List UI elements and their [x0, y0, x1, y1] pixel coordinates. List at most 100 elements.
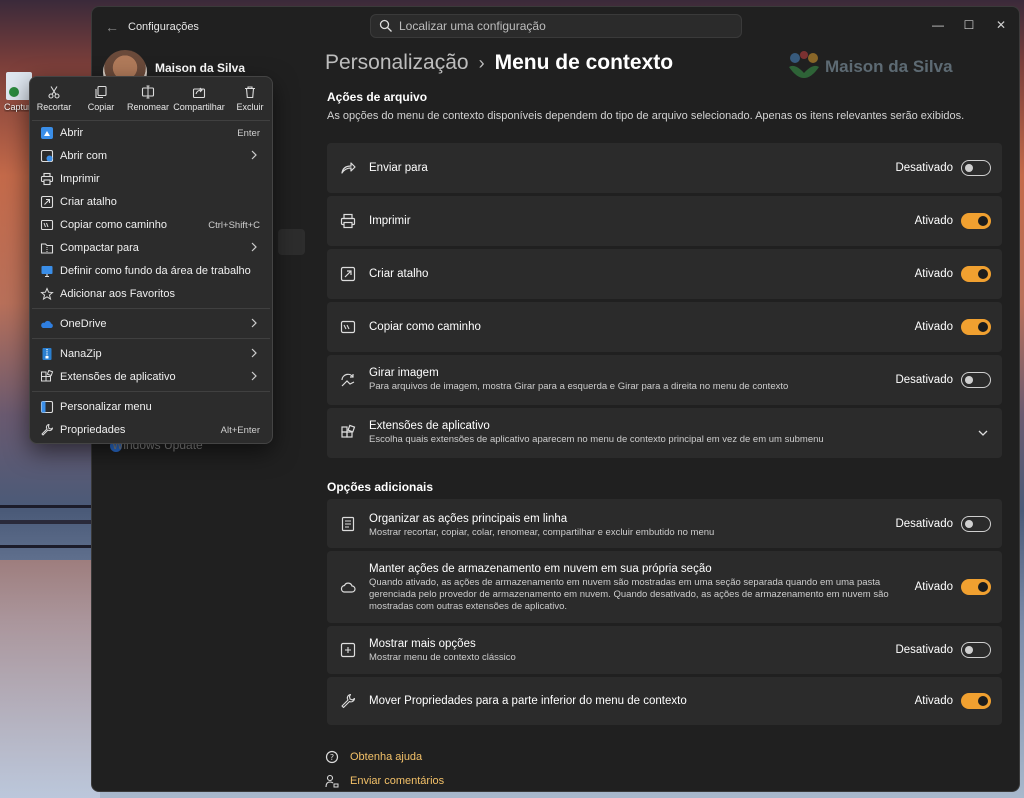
- watermark-logo: Maison da Silva: [785, 49, 965, 89]
- maximize-button[interactable]: ☐: [954, 13, 984, 37]
- menu-item-label: Adicionar aos Favoritos: [60, 288, 175, 300]
- setting-card-app-extensions[interactable]: Extensões de aplicativo Escolha quais ex…: [327, 408, 1002, 458]
- setting-title: Manter ações de armazenamento em nuvem e…: [369, 563, 712, 575]
- breadcrumb-parent[interactable]: Personalização: [325, 51, 469, 74]
- menu-item-nanazip[interactable]: NanaZip: [34, 343, 268, 365]
- menu-item-copy-as-path[interactable]: Copiar como caminho Ctrl+Shift+C: [34, 214, 268, 236]
- menu-item-label: Compactar para: [60, 242, 139, 254]
- section-title-file-actions: Ações de arquivo: [327, 90, 428, 104]
- menu-item-open[interactable]: Abrir Enter: [34, 122, 268, 144]
- toggle-switch[interactable]: [961, 213, 991, 229]
- wrench-icon: [341, 693, 356, 709]
- context-toolbar: Recortar Copiar Renomear Compartilhar Ex…: [30, 81, 272, 119]
- breadcrumb-separator: ›: [478, 53, 485, 73]
- section-title-additional-options: Opções adicionais: [327, 480, 434, 494]
- rename-icon: [141, 85, 155, 99]
- extensions-icon: [41, 370, 54, 382]
- get-help-link[interactable]: Obtenha ajuda: [350, 751, 422, 763]
- delete-label: Excluir: [236, 102, 264, 112]
- toggle-state-label: Desativado: [895, 374, 953, 386]
- chevron-right-icon: [251, 150, 257, 160]
- rename-label: Renomear: [126, 102, 170, 112]
- breadcrumb: Personalização › Menu de contexto: [325, 51, 673, 75]
- toggle-state-label: Desativado: [895, 644, 953, 656]
- send-feedback-link[interactable]: Enviar comentários: [350, 775, 444, 787]
- shortcut-icon: [340, 266, 356, 282]
- back-button[interactable]: ←: [102, 17, 122, 37]
- setting-card-print: Imprimir Ativado: [327, 196, 1002, 246]
- menu-item-print[interactable]: Imprimir: [34, 168, 268, 190]
- menu-item-set-wallpaper[interactable]: Definir como fundo da área de trabalho: [34, 260, 268, 282]
- menu-item-label: Personalizar menu: [60, 401, 152, 413]
- delete-button[interactable]: Excluir: [227, 81, 273, 119]
- menu-item-label: Propriedades: [60, 424, 126, 436]
- setting-title: Enviar para: [369, 162, 428, 174]
- toggle-switch[interactable]: [961, 372, 991, 388]
- shortcut-icon: [40, 195, 54, 209]
- toggle-switch[interactable]: [961, 160, 991, 176]
- menu-item-open-with[interactable]: Abrir com: [34, 145, 268, 167]
- chevron-right-icon: [251, 242, 257, 252]
- setting-title: Mover Propriedades para a parte inferior…: [369, 695, 687, 707]
- feedback-icon: [325, 774, 339, 788]
- toggle-switch[interactable]: [961, 516, 991, 532]
- open-app-icon: [41, 127, 53, 139]
- setting-card-more-options: Mostrar mais opções Mostrar menu de cont…: [327, 626, 1002, 674]
- menu-divider: [32, 391, 270, 392]
- wallpaper-bridge: [0, 505, 95, 508]
- toggle-switch[interactable]: [961, 266, 991, 282]
- open-with-icon: [40, 149, 54, 163]
- setting-title: Organizar as ações principais em linha: [369, 513, 568, 525]
- menu-item-label: Copiar como caminho: [60, 219, 167, 231]
- desktop-wallpaper: [0, 560, 100, 798]
- menu-item-properties[interactable]: Propriedades Alt+Enter: [34, 419, 268, 441]
- menu-item-customize-menu[interactable]: Personalizar menu: [34, 396, 268, 418]
- zip-icon: [40, 243, 54, 254]
- cut-button[interactable]: Recortar: [31, 81, 77, 119]
- setting-card-inline-actions: Organizar as ações principais em linha M…: [327, 499, 1002, 548]
- menu-item-create-shortcut[interactable]: Criar atalho: [34, 191, 268, 213]
- menu-item-label: NanaZip: [60, 348, 102, 360]
- chevron-right-icon: [251, 348, 257, 358]
- setting-title: Extensões de aplicativo: [369, 420, 490, 432]
- menu-item-onedrive[interactable]: OneDrive: [34, 313, 268, 335]
- toggle-state-label: Ativado: [914, 268, 953, 280]
- toggle-switch[interactable]: [961, 693, 991, 709]
- toggle-state-label: Ativado: [914, 321, 953, 333]
- customize-icon: [40, 400, 54, 414]
- toggle-switch[interactable]: [961, 579, 991, 595]
- section-description: As opções do menu de contexto disponívei…: [327, 110, 965, 122]
- cut-label: Recortar: [36, 102, 72, 112]
- toggle-switch[interactable]: [961, 319, 991, 335]
- setting-subtitle: Mostrar recortar, copiar, colar, renomea…: [369, 527, 715, 538]
- search-input[interactable]: [399, 18, 729, 34]
- menu-item-compress-to[interactable]: Compactar para: [34, 237, 268, 259]
- menu-item-app-extensions[interactable]: Extensões de aplicativo: [34, 366, 268, 388]
- setting-subtitle: Mostrar menu de contexto clássico: [369, 652, 516, 663]
- share-button[interactable]: Compartilhar: [172, 81, 226, 119]
- toggle-state-label: Ativado: [914, 581, 953, 593]
- sidebar-item-personalization[interactable]: [278, 229, 305, 255]
- toggle-switch[interactable]: [961, 642, 991, 658]
- close-button[interactable]: ✕: [986, 13, 1016, 37]
- setting-title: Copiar como caminho: [369, 321, 481, 333]
- setting-card-rotate-image: Girar imagem Para arquivos de imagem, mo…: [327, 355, 1002, 405]
- rename-button[interactable]: Renomear: [125, 81, 171, 119]
- rotate-image-icon: [341, 373, 355, 387]
- copy-icon: [95, 85, 107, 99]
- chevron-right-icon: [251, 318, 257, 328]
- setting-title: Mostrar mais opções: [369, 638, 476, 650]
- nanazip-icon: [42, 348, 52, 360]
- setting-title: Girar imagem: [369, 367, 439, 379]
- scissors-icon: [48, 86, 60, 99]
- minimize-button[interactable]: —: [923, 13, 953, 37]
- menu-item-add-favorites[interactable]: Adicionar aos Favoritos: [34, 283, 268, 305]
- more-options-icon: [340, 642, 356, 658]
- copy-button[interactable]: Copiar: [78, 81, 124, 119]
- chevron-down-icon[interactable]: [976, 426, 990, 440]
- chevron-right-icon: [251, 371, 257, 381]
- setting-card-cloud-section: Manter ações de armazenamento em nuvem e…: [327, 551, 1002, 623]
- copy-label: Copiar: [87, 102, 115, 112]
- search-box[interactable]: [370, 14, 742, 38]
- setting-subtitle: Para arquivos de imagem, mostra Girar pa…: [369, 381, 789, 392]
